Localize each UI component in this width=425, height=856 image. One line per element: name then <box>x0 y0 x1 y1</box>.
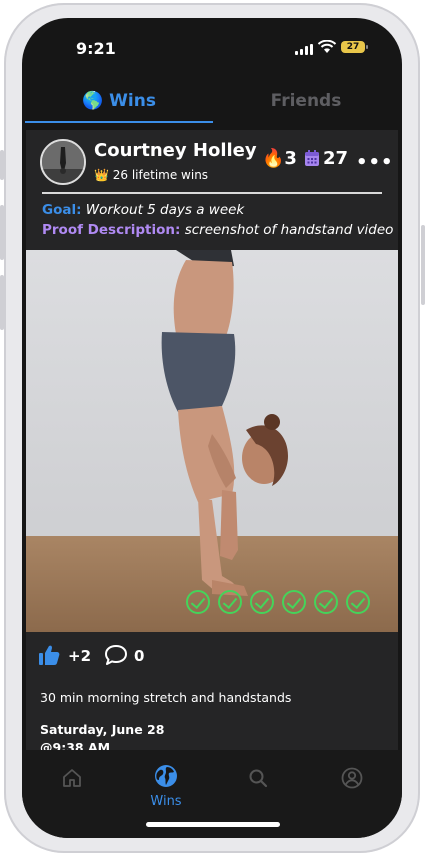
proof-line: Proof Description: screenshot of handsta… <box>42 222 393 238</box>
handstand-figure <box>161 250 288 596</box>
side-button-power <box>421 225 425 305</box>
streak-count: 🔥3 <box>262 148 297 169</box>
side-button-mute <box>0 150 4 180</box>
goal-label: Goal: <box>42 202 82 218</box>
user-name[interactable]: Courtney Holley <box>94 140 257 161</box>
check-progress <box>186 590 370 614</box>
signal-icon <box>295 44 313 55</box>
nav-search[interactable] <box>228 764 288 804</box>
search-icon <box>249 769 268 788</box>
post-actions: +2 0 <box>38 642 238 672</box>
battery-icon: 27 <box>341 41 368 53</box>
comment-button[interactable] <box>104 644 128 666</box>
status-bar: 9:21 27 <box>22 18 402 74</box>
like-count: +2 <box>68 647 92 665</box>
status-time: 9:21 <box>76 39 116 58</box>
proof-label: Proof Description: <box>42 222 181 238</box>
home-indicator[interactable] <box>146 822 280 827</box>
win-post-card: Courtney Holley 👑 26 lifetime wins 🔥3 27… <box>26 130 398 755</box>
globe-icon <box>155 765 177 787</box>
avatar[interactable] <box>40 139 86 185</box>
post-description: 30 min morning stretch and handstands <box>40 690 292 705</box>
tab-wins[interactable]: 🌎 Wins <box>25 82 213 122</box>
check-icon <box>314 590 338 614</box>
tab-friends[interactable]: Friends <box>212 82 400 122</box>
check-icon <box>282 590 306 614</box>
comment-count: 0 <box>134 647 145 665</box>
feed-tabs: 🌎 Wins Friends <box>22 82 402 126</box>
active-tab-indicator <box>25 121 213 123</box>
nav-wins-label: Wins <box>150 794 182 809</box>
proof-value: screenshot of handstand video <box>184 222 394 238</box>
more-options-button[interactable]: ••• <box>356 152 394 173</box>
profile-icon <box>341 767 363 789</box>
check-icon <box>346 590 370 614</box>
nav-profile[interactable] <box>322 764 382 804</box>
nav-wins[interactable]: Wins <box>136 764 196 809</box>
calendar-icon <box>305 150 319 166</box>
proof-photo[interactable] <box>26 250 398 632</box>
wifi-icon <box>317 40 337 53</box>
lifetime-wins: 👑 26 lifetime wins <box>94 168 209 182</box>
side-button-volume-down <box>0 275 4 330</box>
side-button-volume-up <box>0 205 4 260</box>
check-icon <box>250 590 274 614</box>
check-icon <box>186 590 210 614</box>
post-date: Saturday, June 28 <box>40 722 165 737</box>
app-screen: 9:21 27 🌎 Wins Friends Courtney Holley 👑… <box>22 18 402 838</box>
like-button[interactable] <box>38 644 60 666</box>
header-divider <box>42 192 382 194</box>
avatar-image <box>42 141 84 183</box>
home-icon <box>63 769 81 787</box>
nav-home[interactable] <box>42 764 102 804</box>
goal-line: Goal: Workout 5 days a week <box>42 202 244 218</box>
check-icon <box>218 590 242 614</box>
goal-value: Workout 5 days a week <box>85 202 245 218</box>
calendar-count: 27 <box>323 148 349 169</box>
